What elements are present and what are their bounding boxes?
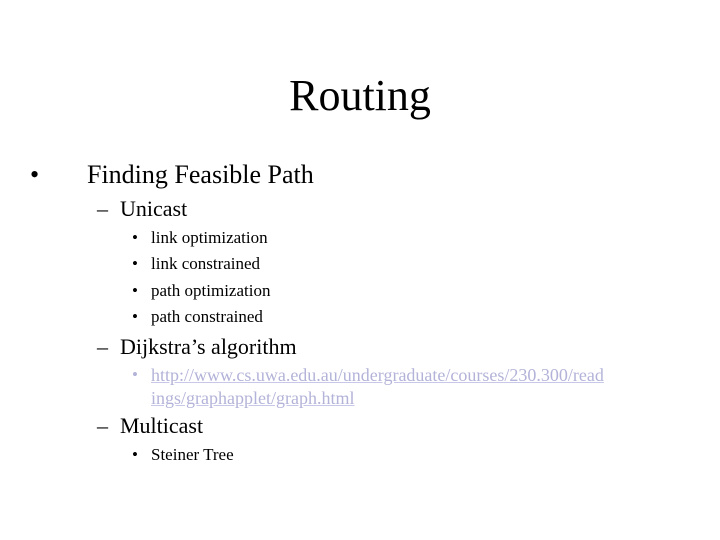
list-item-link-optimization: • link optimization [132,227,432,249]
list-item-text: Steiner Tree [151,445,234,464]
list-item-steiner-tree: • Steiner Tree [132,444,432,466]
dash-marker: – [97,413,108,438]
list-item-text: link constrained [151,254,261,273]
slide-title: Routing [289,71,431,120]
list-item-link-constrained: • link constrained [132,253,432,275]
bullet-marker: • [132,445,138,464]
graph-applet-link-line1[interactable]: http://www.cs.uwa.edu.au/undergraduate/c… [151,364,604,386]
dash-marker: – [97,334,108,359]
bullet-marker: • [132,281,138,300]
bullet-finding-feasible-path: • Finding Feasible Path [30,160,430,190]
bullet-marker: • [30,160,40,189]
subbullet-unicast: – Unicast [97,196,397,222]
dash-marker: – [97,196,108,221]
list-item-text: link optimization [151,228,268,247]
bullet-marker: • [132,228,138,247]
list-item-path-optimization: • path optimization [132,280,432,302]
graph-applet-link-line2[interactable]: ings/graphapplet/graph.html [151,387,354,409]
list-item-text: path optimization [151,281,271,300]
subbullet-text: Unicast [120,196,188,221]
list-item-link: • http://www.cs.uwa.edu.au/undergraduate… [132,364,692,410]
subbullet-text: Dijkstra’s algorithm [120,334,297,359]
subbullet-multicast: – Multicast [97,413,397,439]
bullet-marker: • [132,254,138,273]
bullet-marker: • [132,307,138,326]
list-item-text: path constrained [151,307,263,326]
bullet-text: Finding Feasible Path [87,160,314,189]
bullet-marker: • [132,365,138,384]
slide: Routing • Finding Feasible Path – Unicas… [0,0,720,540]
list-item-path-constrained: • path constrained [132,306,432,328]
subbullet-text: Multicast [120,413,204,438]
subbullet-dijkstra: – Dijkstra’s algorithm [97,334,397,360]
